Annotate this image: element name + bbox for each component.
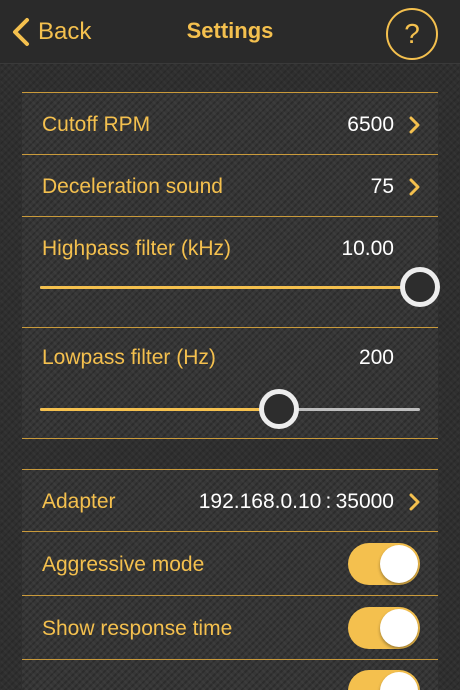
deceleration-sound-value: 75 [370, 175, 394, 198]
toggle-knob [380, 672, 418, 690]
cutoff-rpm-row[interactable]: Cutoff RPM 6500 [22, 93, 438, 155]
highpass-slider-fill [40, 286, 420, 289]
connection-settings-group: Adapter 192.168.0.10 : 35000 Aggressive … [22, 469, 438, 690]
highpass-slider[interactable] [40, 267, 440, 307]
engine-settings-group: Cutoff RPM 6500 Deceleration sound 75 Hi… [22, 92, 440, 439]
partial-toggle[interactable] [348, 670, 420, 690]
partial-toggle-row [22, 660, 438, 690]
aggressive-mode-row: Aggressive mode [22, 532, 438, 596]
deceleration-sound-label: Deceleration sound [42, 175, 223, 198]
help-icon: ? [404, 18, 420, 49]
lowpass-slider-fill [40, 408, 280, 411]
lowpass-filter-label: Lowpass filter (Hz) [42, 346, 216, 369]
highpass-slider-thumb[interactable] [400, 267, 440, 307]
show-response-time-toggle[interactable] [348, 607, 420, 649]
cutoff-rpm-label: Cutoff RPM [42, 113, 151, 136]
highpass-filter-value: 10.00 [341, 237, 394, 260]
adapter-label: Adapter [42, 490, 116, 513]
chevron-right-icon [409, 493, 420, 511]
adapter-row[interactable]: Adapter 192.168.0.10 : 35000 [22, 470, 438, 532]
chevron-right-icon [409, 178, 420, 196]
cutoff-rpm-value: 6500 [347, 113, 394, 136]
lowpass-filter-value: 200 [358, 346, 394, 369]
deceleration-sound-row[interactable]: Deceleration sound 75 [22, 155, 438, 217]
adapter-value: 192.168.0.10 : 35000 [198, 490, 394, 513]
lowpass-slider[interactable] [40, 389, 420, 429]
highpass-filter-row: Highpass filter (kHz) 10.00 [22, 217, 440, 328]
show-response-time-row: Show response time [22, 596, 438, 660]
toggle-knob [380, 545, 418, 583]
aggressive-mode-label: Aggressive mode [42, 553, 205, 576]
chevron-right-icon [409, 116, 420, 134]
help-button[interactable]: ? [386, 8, 438, 60]
settings-content: Cutoff RPM 6500 Deceleration sound 75 Hi… [0, 64, 460, 690]
lowpass-slider-thumb[interactable] [259, 389, 300, 429]
toggle-knob [380, 609, 418, 647]
aggressive-mode-toggle[interactable] [348, 543, 420, 585]
lowpass-filter-row: Lowpass filter (Hz) 200 [22, 328, 438, 439]
highpass-filter-label: Highpass filter (kHz) [42, 237, 232, 260]
show-response-time-label: Show response time [42, 617, 233, 640]
navigation-bar: Back Settings ? [0, 0, 460, 64]
